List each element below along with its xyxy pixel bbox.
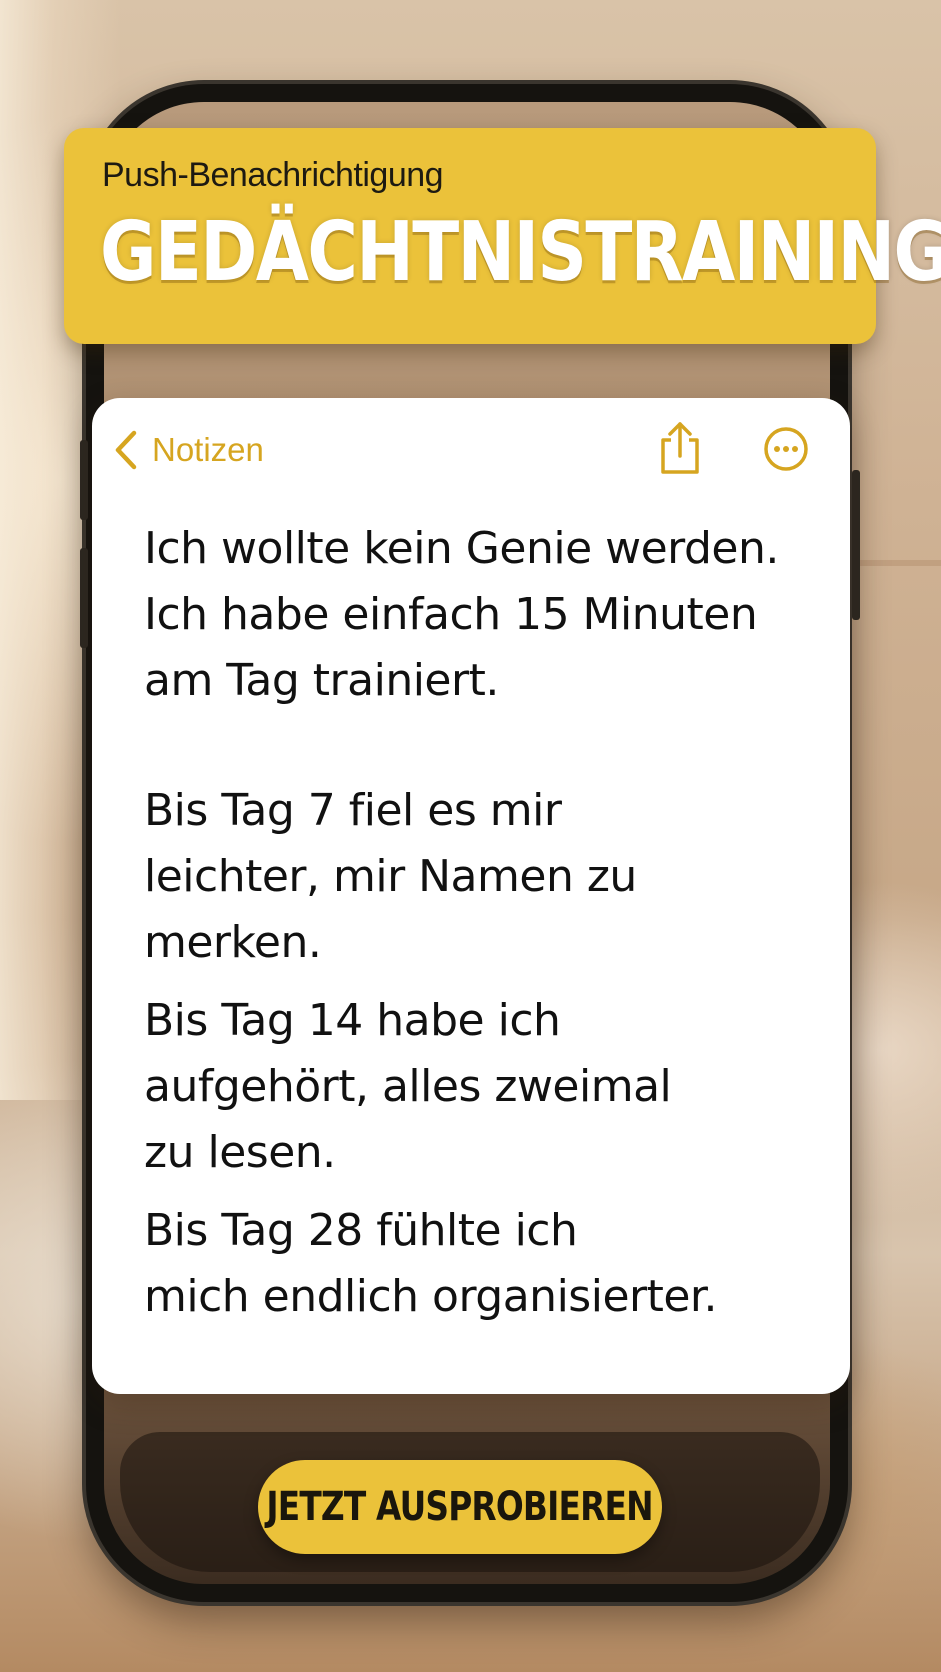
share-icon bbox=[654, 422, 706, 480]
note-line: aufgehört, alles zweimal bbox=[144, 1061, 672, 1112]
banner-subtitle: Push-Benachrichtigung bbox=[102, 156, 444, 194]
notification-banner: Push-Benachrichtigung GEDÄCHTNISTRAINING bbox=[64, 128, 941, 344]
note-header: Notizen bbox=[92, 398, 850, 498]
note-body[interactable]: Ich wollte kein Genie werden. Ich habe e… bbox=[144, 516, 824, 1330]
note-line: Bis Tag 7 fiel es mir bbox=[144, 785, 562, 836]
note-line: Bis Tag 14 habe ich bbox=[144, 995, 561, 1046]
try-now-button[interactable]: JETZT AUSPROBIEREN bbox=[258, 1460, 662, 1554]
share-button[interactable] bbox=[654, 420, 706, 476]
phone-volume-up-button bbox=[80, 440, 88, 520]
note-line: mich endlich organisierter. bbox=[144, 1271, 717, 1322]
note-card: Notizen Ich wollte kein Genie werden. Ic… bbox=[92, 398, 850, 1394]
note-paragraph: Bis Tag 14 habe ich aufgehört, alles zwe… bbox=[144, 988, 824, 1186]
phone-power-button bbox=[852, 470, 860, 620]
ellipsis-circle-icon bbox=[762, 427, 810, 477]
note-line: leichter, mir Namen zu bbox=[144, 851, 637, 902]
note-line: merken. bbox=[144, 917, 322, 968]
note-line: am Tag trainiert. bbox=[144, 655, 499, 706]
note-paragraph: Ich wollte kein Genie werden. Ich habe e… bbox=[144, 516, 824, 714]
note-line: Bis Tag 28 fühlte ich bbox=[144, 1205, 578, 1256]
chevron-left-icon bbox=[114, 430, 138, 470]
note-paragraph: Bis Tag 7 fiel es mir leichter, mir Name… bbox=[144, 778, 824, 976]
banner-title: GEDÄCHTNISTRAINING bbox=[100, 205, 941, 300]
note-paragraph: Bis Tag 28 fühlte ich mich endlich organ… bbox=[144, 1198, 824, 1330]
note-line: Ich habe einfach 15 Minuten bbox=[144, 589, 758, 640]
phone-volume-down-button bbox=[80, 548, 88, 648]
back-label: Notizen bbox=[152, 431, 264, 468]
note-line: Ich wollte kein Genie werden. bbox=[144, 523, 779, 574]
note-line: zu lesen. bbox=[144, 1127, 336, 1178]
back-button[interactable]: Notizen bbox=[114, 428, 264, 472]
try-now-label: JETZT AUSPROBIEREN bbox=[266, 1484, 654, 1530]
more-button[interactable] bbox=[762, 425, 810, 473]
